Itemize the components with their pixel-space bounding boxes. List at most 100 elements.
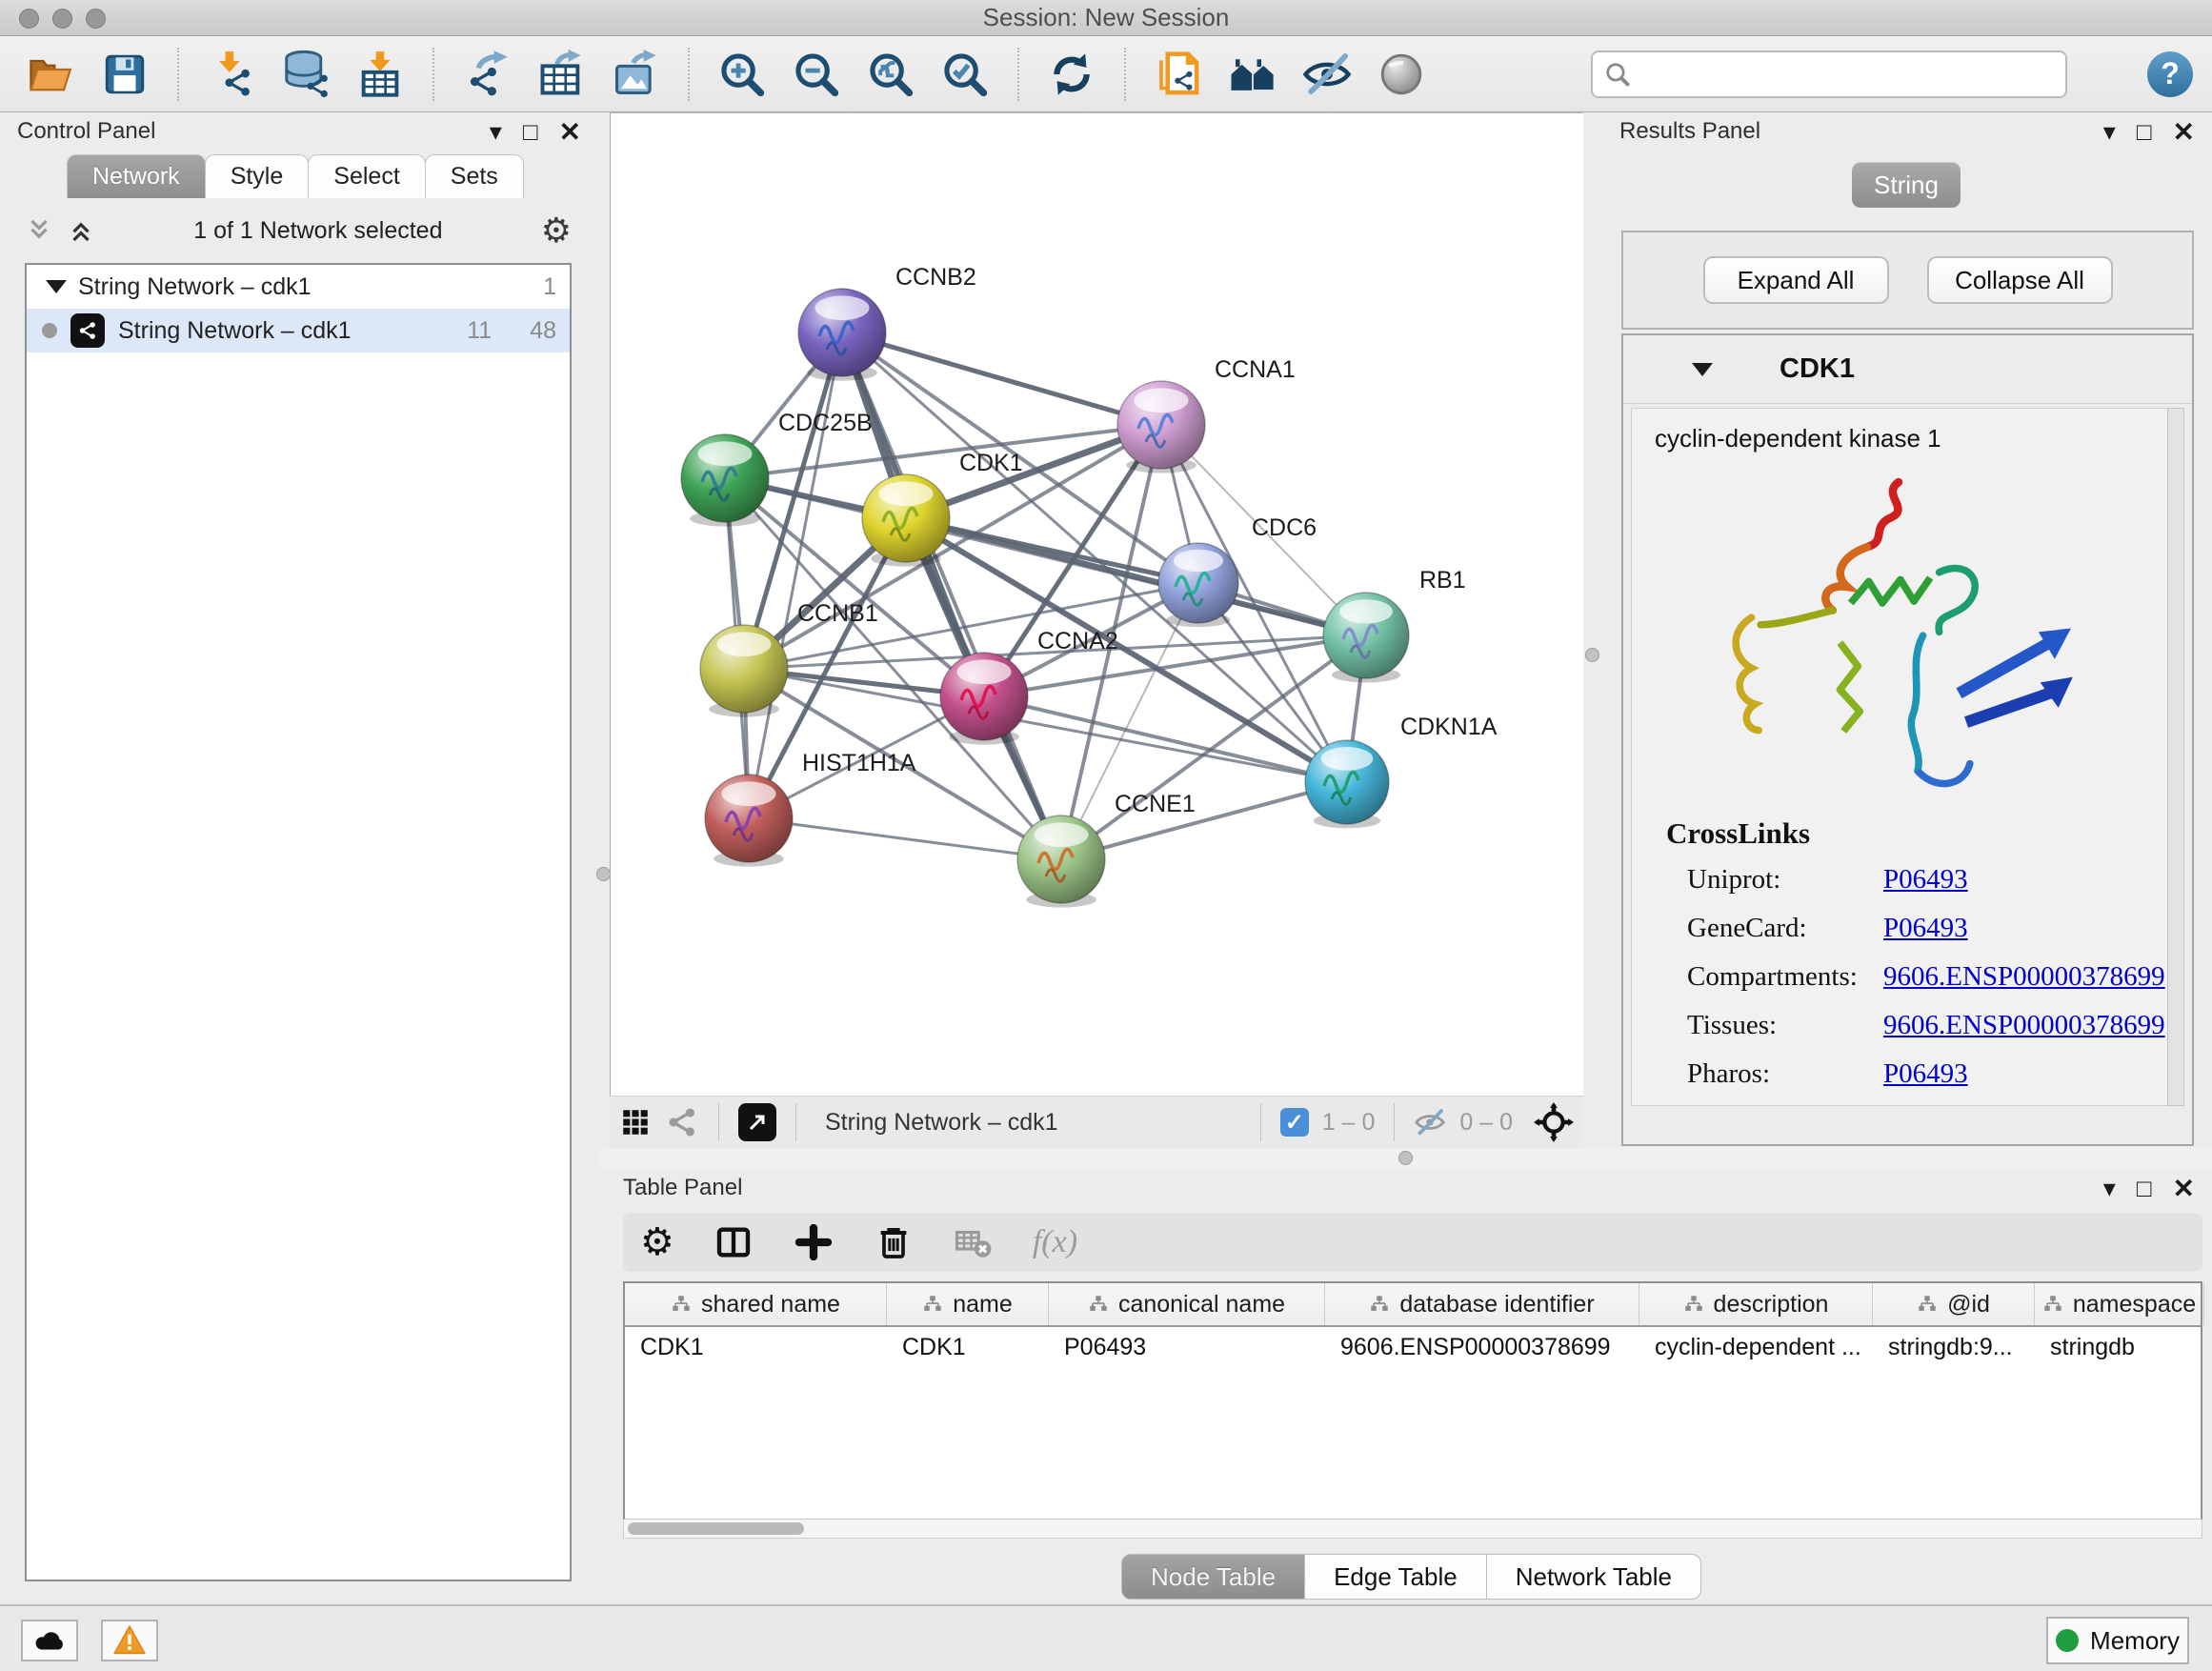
expand-all-button[interactable]: Expand All — [1703, 256, 1889, 304]
tab-style[interactable]: Style — [205, 154, 310, 198]
network-options-gear-icon[interactable]: ⚙ — [541, 213, 572, 248]
uniprot-link[interactable]: P06493 — [1883, 864, 1968, 896]
warnings-button[interactable] — [101, 1620, 158, 1661]
network-canvas[interactable]: CCNB2CCNA1CDC25BCDK1CDC6RB1CCNB1CCNA2CDK… — [610, 112, 1583, 1096]
delete-column-button[interactable] — [873, 1221, 915, 1263]
tab-node-table[interactable]: Node Table — [1121, 1554, 1305, 1600]
function-builder-button[interactable]: f(x) — [1033, 1224, 1077, 1260]
network-node-HIST1H1A[interactable]: HIST1H1A — [705, 750, 916, 867]
node-details-header[interactable]: CDK1 — [1623, 335, 2192, 404]
network-collection-row[interactable]: String Network – cdk1 1 — [27, 265, 570, 309]
maximize-window-button[interactable] — [86, 9, 106, 29]
export-network-button[interactable] — [461, 47, 513, 102]
string-homology-button[interactable] — [1227, 47, 1278, 102]
zoom-selected-button[interactable] — [939, 47, 991, 102]
panel-close-icon[interactable]: ✕ — [2173, 1173, 2195, 1204]
compartments-link[interactable]: 9606.ENSP00000378699 — [1883, 961, 2165, 993]
minimize-window-button[interactable] — [52, 9, 72, 29]
table-row[interactable]: CDK1CDK1P064939606.ENSP00000378699cyclin… — [625, 1327, 2201, 1369]
details-expander-icon[interactable] — [1692, 363, 1713, 376]
genecard-link[interactable]: P06493 — [1883, 913, 1968, 944]
hide-unhide-button[interactable] — [1301, 47, 1353, 102]
export-image-button[interactable] — [610, 47, 661, 102]
network-node-RB1[interactable]: RB1 — [1323, 567, 1466, 683]
table-cell[interactable]: CDK1 — [625, 1327, 887, 1369]
network-graph[interactable]: CCNB2CCNA1CDC25BCDK1CDC6RB1CCNB1CCNA2CDK… — [611, 113, 1582, 1095]
import-network-from-file-button[interactable] — [206, 47, 257, 102]
hidden-items-eye-slash-icon[interactable] — [1414, 1106, 1446, 1138]
table-cell[interactable]: stringdb:9... — [1873, 1327, 2035, 1369]
tab-string[interactable]: String — [1852, 162, 1961, 208]
panel-close-icon[interactable]: ✕ — [559, 116, 581, 148]
horizontal-splitter[interactable] — [598, 1148, 2212, 1169]
table-cell[interactable]: stringdb — [2035, 1327, 2204, 1369]
column-header-description[interactable]: description — [1639, 1283, 1873, 1325]
collapse-all-button[interactable]: Collapse All — [1927, 256, 2113, 304]
expand-all-icon[interactable] — [67, 216, 95, 245]
table-cell[interactable]: 9606.ENSP00000378699 — [1325, 1327, 1639, 1369]
network-node-CCNB1[interactable]: CCNB1 — [700, 600, 878, 717]
network-share-icon[interactable] — [665, 1105, 699, 1139]
cloud-status-button[interactable] — [21, 1620, 78, 1661]
help-button[interactable]: ? — [2147, 51, 2193, 97]
pharos-link[interactable]: P06493 — [1883, 1058, 1968, 1090]
right-splitter[interactable] — [1583, 112, 1602, 1148]
panel-float-icon[interactable]: □ — [2137, 117, 2152, 147]
horizontal-splitter-handle[interactable] — [1398, 1151, 1413, 1165]
add-column-button[interactable] — [793, 1221, 835, 1263]
collapse-all-icon[interactable] — [25, 216, 53, 245]
panel-collapse-icon[interactable]: ▾ — [2103, 1174, 2116, 1203]
import-table-from-file-button[interactable] — [354, 47, 406, 102]
tab-edge-table[interactable]: Edge Table — [1304, 1554, 1487, 1600]
open-session-button[interactable] — [25, 47, 76, 102]
search-input[interactable] — [1639, 61, 2054, 88]
results-scrollbar[interactable] — [2167, 408, 2184, 1106]
table-options-gear-icon[interactable]: ⚙ — [640, 1223, 674, 1261]
close-window-button[interactable] — [19, 9, 39, 29]
save-session-button[interactable] — [99, 47, 151, 102]
network-node-CDKN1A[interactable]: CDKN1A — [1305, 714, 1498, 828]
show-columns-button[interactable] — [713, 1221, 754, 1263]
fit-selected-crosshair-icon[interactable] — [1534, 1102, 1574, 1142]
selected-nodes-checkbox[interactable]: ✓ — [1280, 1108, 1309, 1137]
show-graphics-details-button[interactable] — [1376, 47, 1427, 102]
tree-expander-icon[interactable] — [46, 280, 67, 293]
left-splitter-handle[interactable] — [596, 867, 611, 881]
birds-eye-grid-icon[interactable] — [619, 1106, 652, 1138]
panel-collapse-icon[interactable]: ▾ — [490, 117, 502, 147]
network-node-CCNE1[interactable]: CCNE1 — [1017, 791, 1196, 908]
tab-sets[interactable]: Sets — [425, 154, 524, 198]
left-splitter[interactable] — [598, 112, 610, 1604]
column-header-id[interactable]: @id — [1873, 1283, 2035, 1325]
tab-network-table[interactable]: Network Table — [1486, 1554, 1701, 1600]
column-header-namespace[interactable]: namespace — [2035, 1283, 2204, 1325]
string-protein-query-button[interactable] — [1153, 47, 1204, 102]
tab-select[interactable]: Select — [308, 154, 425, 198]
column-header-sharedname[interactable]: shared name — [625, 1283, 887, 1325]
network-edge[interactable] — [749, 818, 1061, 859]
table-cell[interactable]: CDK1 — [887, 1327, 1049, 1369]
panel-float-icon[interactable]: □ — [2137, 1174, 2152, 1203]
panel-close-icon[interactable]: ✕ — [2173, 116, 2195, 148]
export-table-button[interactable] — [535, 47, 587, 102]
network-node-CCNA1[interactable]: CCNA1 — [1117, 356, 1296, 473]
memory-button[interactable]: Memory — [2046, 1617, 2189, 1664]
panel-float-icon[interactable]: □ — [523, 117, 538, 147]
network-edge[interactable] — [842, 332, 1161, 425]
network-node-CDC25B[interactable]: CDC25B — [681, 410, 873, 527]
scrollbar-thumb[interactable] — [628, 1522, 804, 1535]
network-edge[interactable] — [749, 332, 842, 818]
detach-view-button[interactable] — [738, 1103, 776, 1141]
table-horizontal-scrollbar[interactable] — [623, 1520, 2202, 1539]
network-row[interactable]: String Network – cdk1 11 48 — [27, 309, 570, 352]
panel-collapse-icon[interactable]: ▾ — [2103, 117, 2116, 147]
tab-network[interactable]: Network — [67, 154, 206, 198]
column-header-databaseidentifier[interactable]: database identifier — [1325, 1283, 1639, 1325]
table-cell[interactable]: P06493 — [1049, 1327, 1325, 1369]
column-header-name[interactable]: name — [887, 1283, 1049, 1325]
right-splitter-handle[interactable] — [1585, 648, 1599, 662]
table-cell[interactable]: cyclin-dependent ... — [1639, 1327, 1873, 1369]
zoom-out-button[interactable] — [791, 47, 842, 102]
import-network-from-database-button[interactable] — [280, 47, 332, 102]
delete-table-button[interactable] — [953, 1221, 995, 1263]
